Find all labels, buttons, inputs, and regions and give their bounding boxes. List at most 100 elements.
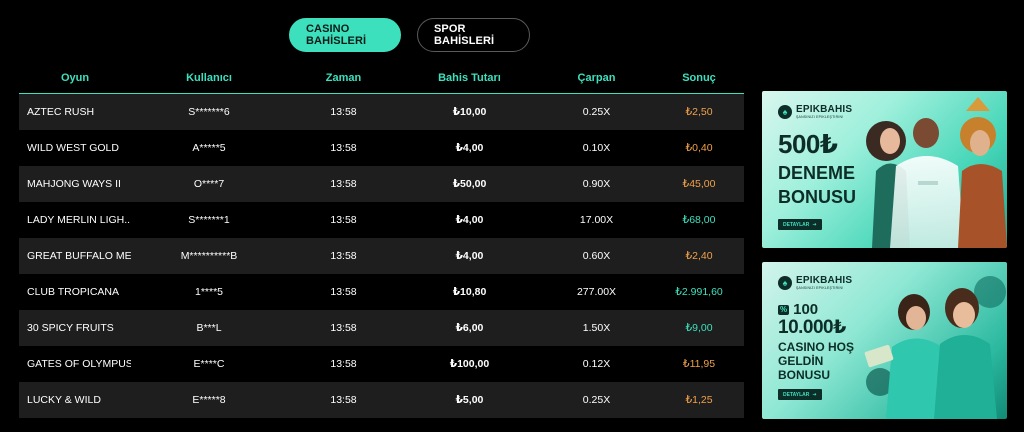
cell-user: A*****5 (192, 142, 226, 154)
cell-multiplier: 1.50X (582, 322, 611, 334)
cell-bet-amount: ₺4,00 (455, 214, 484, 226)
cell-result: ₺11,95 (682, 358, 716, 370)
cell-result: ₺2,50 (685, 106, 713, 118)
details-button[interactable]: DETAYLAR ➜ (778, 219, 822, 230)
brand-logo: ♠ EPIKBAHIS ŞANSINIZI EPIKLEŞTIRIN! (778, 276, 852, 291)
cell-user: B***L (196, 322, 222, 334)
cell-bet-amount: ₺10,80 (452, 286, 487, 298)
bet-type-tabs: CASINO BAHİSLERİ SPOR BAHİSLERİ (289, 18, 530, 52)
promo-banner-casino-welcome[interactable]: ♠ EPIKBAHIS ŞANSINIZI EPIKLEŞTIRIN! % 10… (762, 262, 1007, 419)
brand-logo: ♠ EPIKBAHIS ŞANSINIZI EPIKLEŞTIRIN! (778, 105, 852, 120)
cell-game: 30 SPICY FRUITS (27, 322, 114, 334)
cell-multiplier: 0.10X (582, 142, 611, 154)
cell-user: O****7 (193, 178, 225, 190)
promo-title: CASINO HOŞ GELDİN BONUSU (778, 340, 855, 382)
cell-bet-amount: ₺4,00 (455, 142, 484, 154)
promo-percent: % 100 (778, 302, 818, 317)
cell-game: MAHJONG WAYS II (27, 178, 121, 190)
cell-time: 13:58 (330, 142, 357, 154)
percent-value: 100 (793, 301, 819, 318)
cell-result: ₺9,00 (685, 322, 713, 334)
cell-time: 13:58 (330, 178, 357, 190)
table-header: Oyun Kullanıcı Zaman Bahis Tutarı Çarpan… (19, 62, 744, 94)
table-row: WILD WEST GOLD A*****5 13:58 ₺4,00 0.10X ₺0,4… (19, 130, 744, 166)
brand-tagline: ŞANSINIZI EPIKLEŞTIRIN! (796, 286, 844, 290)
cell-result: ₺1,25 (685, 394, 713, 406)
cell-multiplier: 0.90X (582, 178, 611, 190)
promo-figures-illustration (864, 276, 1006, 419)
cell-multiplier: 0.25X (582, 394, 611, 406)
table-row: LADY MERLIN LIGH... S*******1 13:58 ₺4,00 17… (19, 202, 744, 238)
cell-game: LADY MERLIN LIGH... (27, 214, 131, 226)
details-label: DETAYLAR (783, 391, 810, 398)
header-time: Zaman (325, 71, 362, 84)
brand-tagline: ŞANSINIZI EPIKLEŞTIRIN! (796, 115, 844, 119)
cell-game: GREAT BUFFALO ME... (27, 250, 131, 262)
spade-icon: ♠ (778, 105, 792, 120)
cell-time: 13:58 (330, 250, 357, 262)
cell-bet-amount: ₺10,00 (452, 106, 487, 118)
cell-time: 13:58 (330, 394, 357, 406)
brand-name: EPIKBAHIS (796, 104, 853, 115)
promo-amount: 500₺ (778, 129, 838, 159)
header-game: Oyun (60, 71, 90, 84)
table-row: AZTEC RUSH S*******6 13:58 ₺10,00 0.25X ₺2,50 (19, 94, 744, 130)
header-multiplier: Çarpan (577, 71, 616, 84)
table-row: MAHJONG WAYS II O****7 13:58 ₺50,00 0.90X ₺45… (19, 166, 744, 202)
cell-bet-amount: ₺4,00 (455, 250, 484, 262)
cell-bet-amount: ₺50,00 (452, 178, 487, 190)
cell-user: S*******6 (188, 106, 230, 118)
tab-sports-bets[interactable]: SPOR BAHİSLERİ (417, 18, 530, 52)
cell-multiplier: 0.25X (582, 106, 611, 118)
cell-time: 13:58 (330, 286, 357, 298)
details-label: DETAYLAR (783, 221, 810, 228)
header-bet-amount: Bahis Tutarı (438, 71, 501, 84)
table-row: CLUB TROPICANA 1****5 13:58 ₺10,80 277.00X ₺2… (19, 274, 744, 310)
cell-multiplier: 0.12X (582, 358, 611, 370)
promo-banner-deneme-bonusu[interactable]: ♠ EPIKBAHIS ŞANSINIZI EPIKLEŞTIRIN! 500₺… (762, 91, 1007, 248)
cell-user: 1****5 (194, 286, 224, 298)
brand-name: EPIKBAHIS (796, 275, 853, 286)
arrow-right-icon: ➜ (812, 391, 817, 398)
cell-bet-amount: ₺6,00 (455, 322, 484, 334)
arrow-right-icon: ➜ (812, 221, 817, 228)
percent-badge: % (778, 304, 790, 315)
cell-game: CLUB TROPICANA (27, 286, 119, 298)
cell-user: E****C (193, 358, 225, 370)
promo-title: DENEME BONUSU (778, 163, 857, 207)
cell-time: 13:58 (330, 322, 357, 334)
cell-time: 13:58 (330, 106, 357, 118)
table-row: 30 SPICY FRUITS B***L 13:58 ₺6,00 1.50X ₺9,00 (19, 310, 744, 346)
details-button[interactable]: DETAYLAR ➜ (778, 389, 822, 400)
cell-multiplier: 17.00X (579, 214, 614, 226)
cell-game: AZTEC RUSH (27, 106, 95, 118)
cell-time: 13:58 (330, 358, 357, 370)
cell-result: ₺45,00 (682, 178, 716, 190)
cell-multiplier: 0.60X (582, 250, 611, 262)
cell-user: M**********B (180, 250, 238, 262)
table-row: GREAT BUFFALO ME... M**********B 13:58 ₺4,0… (19, 238, 744, 274)
table-body: AZTEC RUSH S*******6 13:58 ₺10,00 0.25X ₺2,50… (19, 94, 744, 418)
promo-figures-illustration (866, 97, 1007, 248)
cell-user: S*******1 (188, 214, 230, 226)
cell-game: GATES OF OLYMPUS (27, 358, 131, 370)
header-result: Sonuç (682, 71, 716, 84)
cell-result: ₺0,40 (685, 142, 713, 154)
table-row: GATES OF OLYMPUS E****C 13:58 ₺100,00 0.12X ₺… (19, 346, 744, 382)
cell-result: ₺2,40 (685, 250, 713, 262)
cell-time: 13:58 (330, 214, 357, 226)
cell-user: E*****8 (192, 394, 226, 406)
cell-bet-amount: ₺5,00 (455, 394, 484, 406)
header-user: Kullanıcı (186, 71, 232, 84)
bets-table: Oyun Kullanıcı Zaman Bahis Tutarı Çarpan… (19, 62, 744, 418)
cell-game: WILD WEST GOLD (27, 142, 119, 154)
table-row: LUCKY & WILD E*****8 13:58 ₺5,00 0.25X ₺1,25 (19, 382, 744, 418)
cell-game: LUCKY & WILD (27, 394, 101, 406)
cell-bet-amount: ₺100,00 (449, 358, 490, 370)
cell-result: ₺2.991,60 (675, 286, 723, 298)
promo-amount: 10.000₺ (778, 317, 846, 338)
cell-result: ₺68,00 (682, 214, 716, 226)
cell-multiplier: 277.00X (576, 286, 617, 298)
spade-icon: ♠ (778, 276, 792, 291)
tab-casino-bets[interactable]: CASINO BAHİSLERİ (289, 18, 401, 52)
